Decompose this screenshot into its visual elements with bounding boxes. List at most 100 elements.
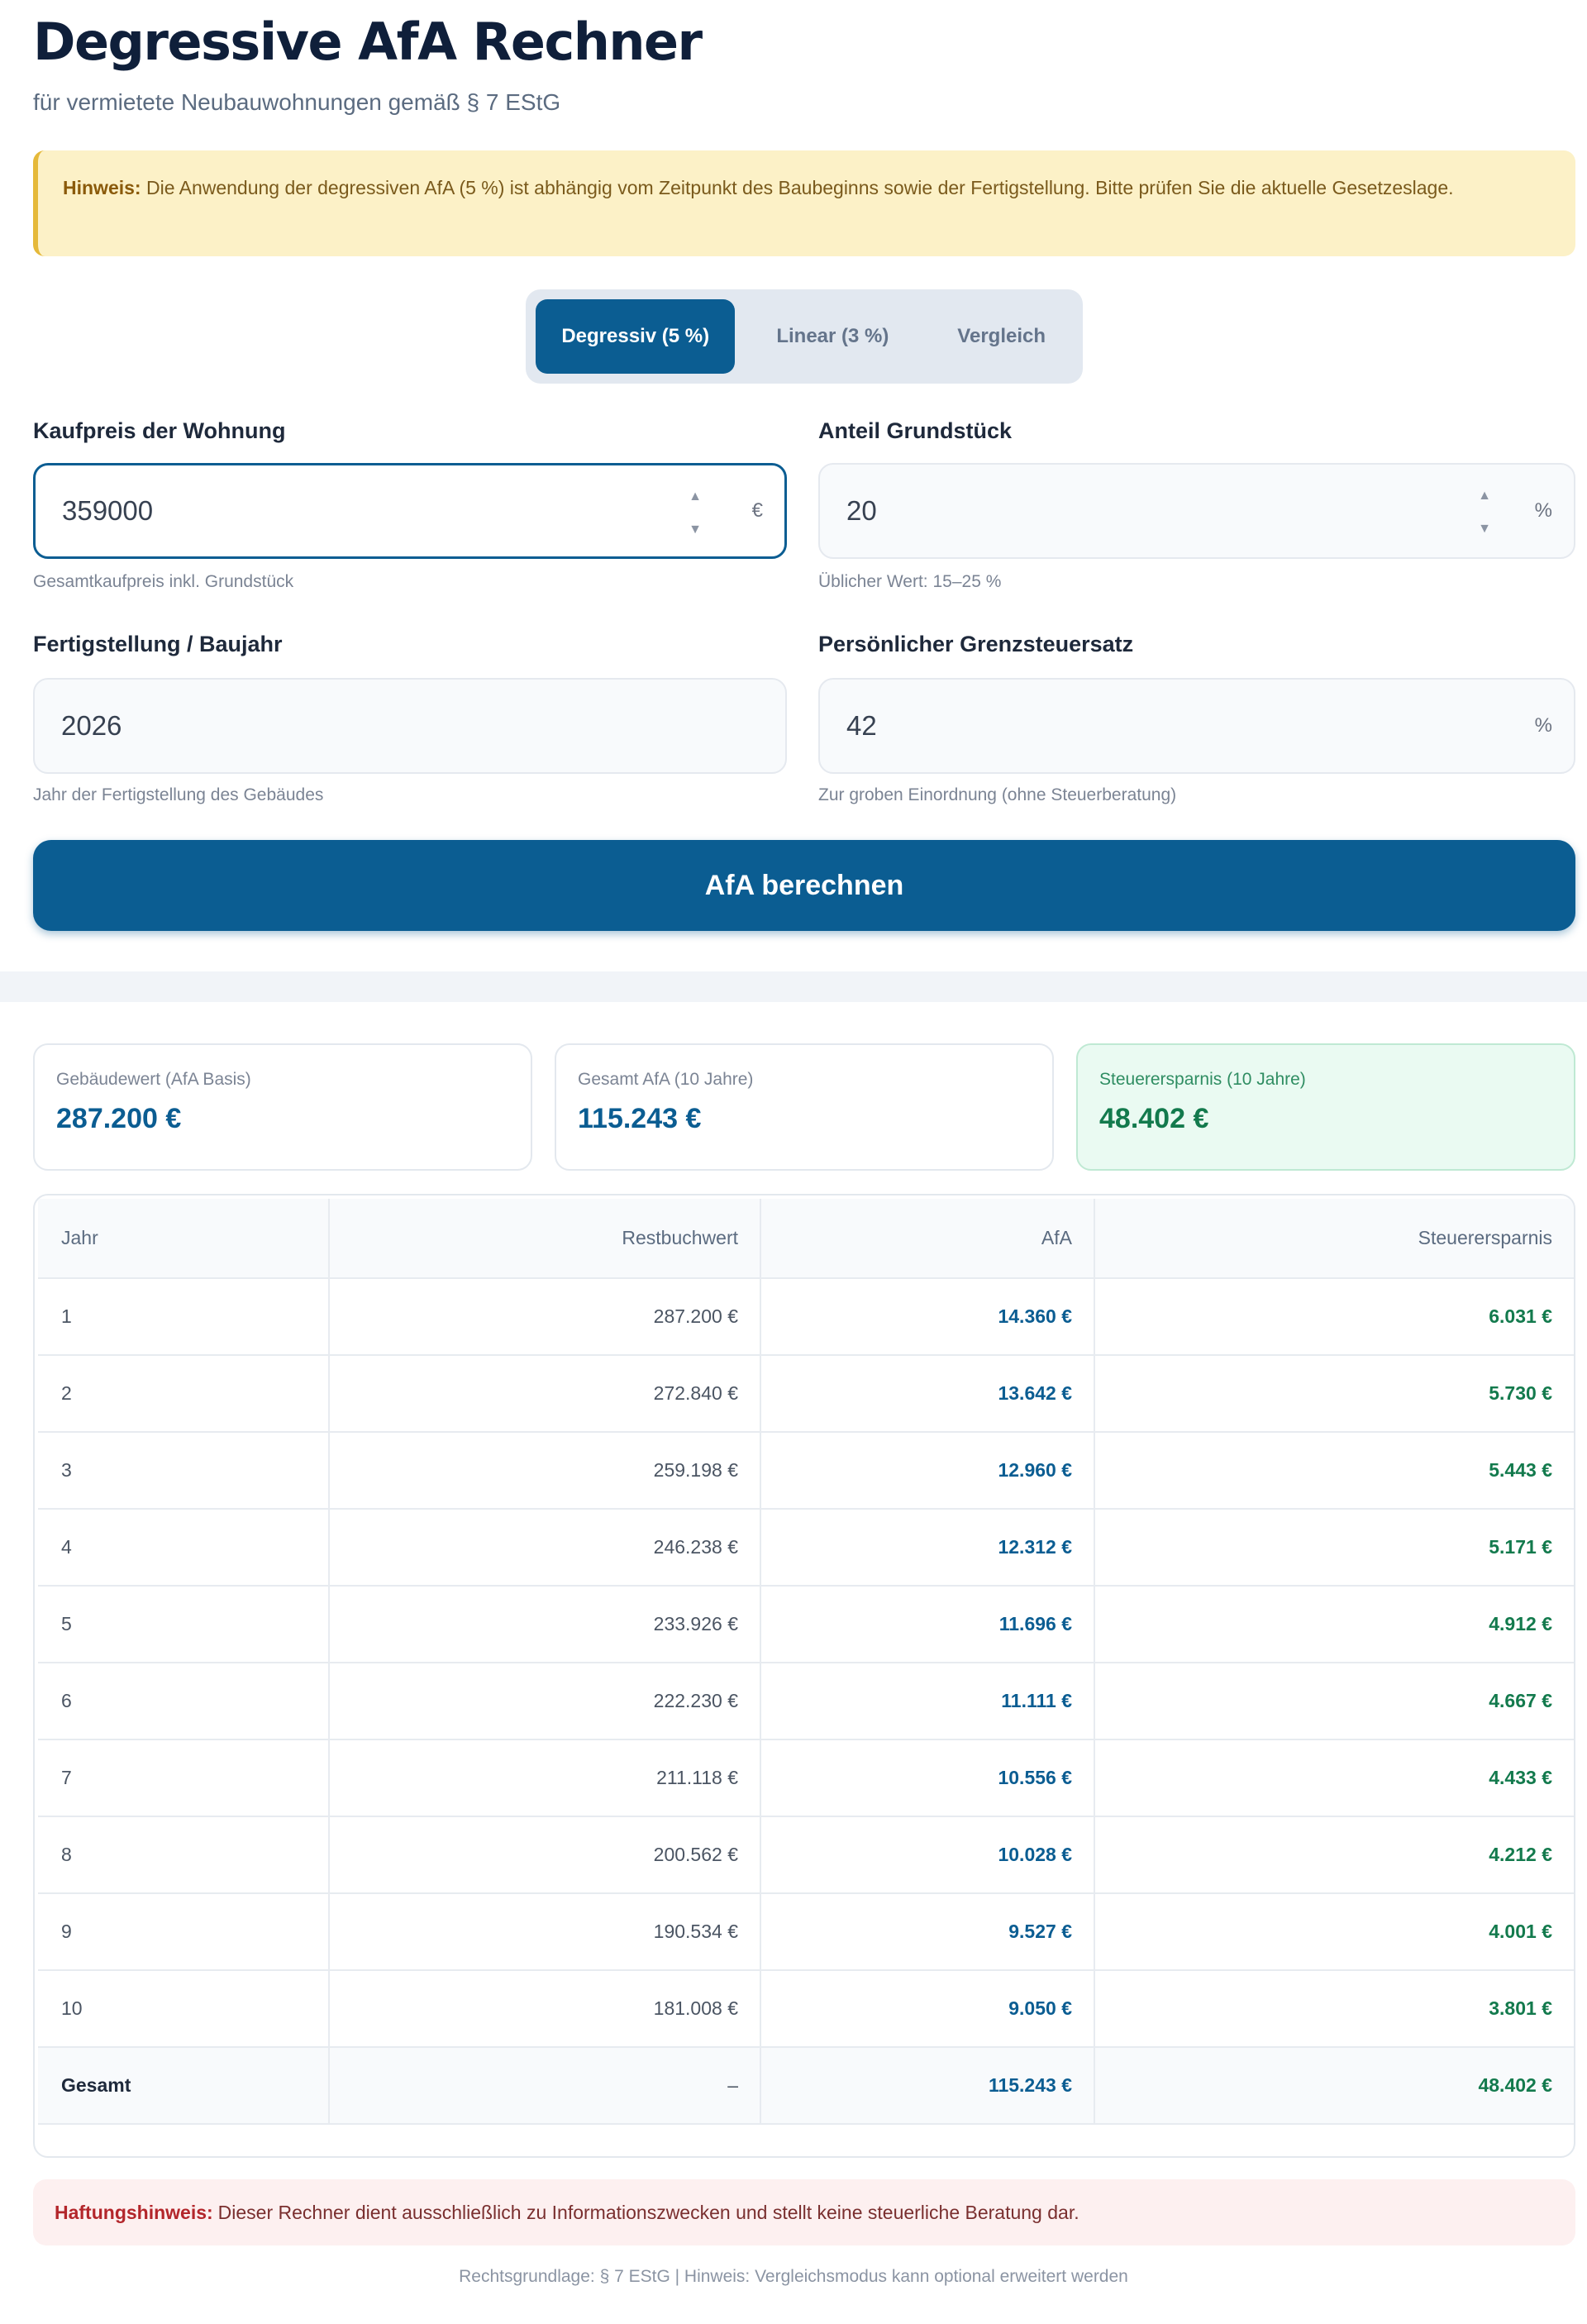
tab-vergleich[interactable]: Vergleich bbox=[930, 299, 1073, 374]
kaufpreis-input[interactable]: 359000 ▲ ▼ € bbox=[33, 463, 787, 559]
grundstueck-label: Anteil Grundstück bbox=[818, 418, 1013, 443]
table-row: 1 287.200 €14.360 €6.031 € bbox=[38, 1278, 1574, 1356]
kpi-value: 115.243 € bbox=[578, 1103, 702, 1134]
page-title: Degressive AfA Rechner bbox=[33, 12, 703, 72]
liability-notice: Haftungshinweis: Dieser Rechner dient au… bbox=[33, 2179, 1575, 2245]
cell-afa: 11.696 € bbox=[760, 1586, 1095, 1663]
cell-steuerersparnis: 4.212 € bbox=[1094, 1816, 1574, 1894]
cell-restbuchwert: 211.118 € bbox=[329, 1739, 761, 1817]
kaufpreis-hint: Gesamtkaufpreis inkl. Grundstück bbox=[33, 572, 294, 591]
table-body: 1 287.200 €14.360 €6.031 €2 272.840 €13.64… bbox=[38, 1278, 1574, 2125]
afa-table-container: Jahr Restbuchwert AfA Steuerersparnis 12… bbox=[33, 1194, 1575, 2158]
cell-steuerersparnis: 6.031 € bbox=[1094, 1278, 1574, 1356]
kpi-label: Steuerersparnis (10 Jahre) bbox=[1099, 1070, 1306, 1089]
mode-tabs: Degressiv (5 %) Linear (3 %) Vergleich bbox=[526, 289, 1083, 384]
cell-restbuchwert: 222.230 € bbox=[329, 1663, 761, 1740]
afa-table: Jahr Restbuchwert AfA Steuerersparnis 12… bbox=[38, 1199, 1574, 2125]
table-row: 9 190.534 €9.527 €4.001 € bbox=[38, 1893, 1574, 1971]
steuersatz-value: 42 bbox=[846, 710, 877, 741]
table-row: 8 200.562 €10.028 €4.212 € bbox=[38, 1816, 1574, 1894]
cell-steuerersparnis: 5.443 € bbox=[1094, 1432, 1574, 1510]
table-row: 4 246.238 €12.312 €5.171 € bbox=[38, 1509, 1574, 1587]
table-total-row: Gesamt –115.243 €48.402 € bbox=[38, 2047, 1574, 2125]
baujahr-hint: Jahr der Fertigstellung des Gebäudes bbox=[33, 785, 324, 804]
grundstueck-value: 20 bbox=[846, 495, 877, 526]
grundstueck-input[interactable]: 20 ▲ ▼ % bbox=[818, 463, 1575, 559]
steuersatz-unit: % bbox=[1534, 714, 1552, 737]
notice-text: Die Anwendung der degressiven AfA (5 %) … bbox=[145, 177, 1454, 198]
total-cell-steuerersparnis: 48.402 € bbox=[1094, 2047, 1574, 2125]
cell-steuerersparnis: 4.001 € bbox=[1094, 1893, 1574, 1971]
total-cell-jahr: Gesamt bbox=[38, 2047, 330, 2125]
kaufpreis-unit: € bbox=[751, 499, 763, 522]
stepper-down-icon[interactable]: ▼ bbox=[1478, 523, 1491, 536]
cell-steuerersparnis: 4.667 € bbox=[1094, 1663, 1574, 1740]
cell-jahr: 2 bbox=[38, 1355, 330, 1433]
cell-restbuchwert: 246.238 € bbox=[329, 1509, 761, 1587]
baujahr-value: 2026 bbox=[61, 710, 122, 741]
grundstueck-stepper[interactable]: ▲ ▼ bbox=[1476, 489, 1493, 536]
cell-jahr: 5 bbox=[38, 1586, 330, 1663]
table-header-row: Jahr Restbuchwert AfA Steuerersparnis bbox=[38, 1199, 1574, 1279]
table-row: 10 181.008 €9.050 €3.801 € bbox=[38, 1970, 1574, 2048]
stepper-down-icon[interactable]: ▼ bbox=[689, 523, 702, 537]
cell-afa: 12.960 € bbox=[760, 1432, 1095, 1510]
cell-afa: 11.111 € bbox=[760, 1663, 1095, 1740]
grundstueck-unit: % bbox=[1534, 499, 1552, 522]
calculate-button[interactable]: AfA berechnen bbox=[33, 840, 1575, 931]
cell-afa: 9.527 € bbox=[760, 1893, 1095, 1971]
kaufpreis-value: 359000 bbox=[62, 495, 154, 526]
cell-jahr: 3 bbox=[38, 1432, 330, 1510]
notice-box: Hinweis: Die Anwendung der degressiven A… bbox=[33, 150, 1575, 256]
stepper-up-icon[interactable]: ▲ bbox=[1478, 489, 1491, 503]
kpi-steuerersparnis: Steuerersparnis (10 Jahre) 48.402 € bbox=[1076, 1043, 1575, 1171]
steuersatz-hint: Zur groben Einordnung (ohne Steuerberatu… bbox=[818, 785, 1177, 804]
kaufpreis-label: Kaufpreis der Wohnung bbox=[33, 418, 286, 443]
cell-jahr: 4 bbox=[38, 1509, 330, 1587]
cell-jahr: 10 bbox=[38, 1970, 330, 2048]
cell-afa: 9.050 € bbox=[760, 1970, 1095, 2048]
baujahr-input[interactable]: 2026 bbox=[33, 678, 787, 774]
cell-restbuchwert: 287.200 € bbox=[329, 1278, 761, 1356]
cell-restbuchwert: 272.840 € bbox=[329, 1355, 761, 1433]
footer-note: Rechtsgrundlage: § 7 EStG | Hinweis: Ver… bbox=[459, 2267, 1128, 2286]
cell-jahr: 7 bbox=[38, 1739, 330, 1817]
steuersatz-input[interactable]: 42 % bbox=[818, 678, 1575, 774]
column-header-jahr: Jahr bbox=[38, 1199, 330, 1279]
column-header-restbuchwert: Restbuchwert bbox=[329, 1199, 761, 1279]
cell-restbuchwert: 259.198 € bbox=[329, 1432, 761, 1510]
kpi-value: 287.200 € bbox=[56, 1103, 182, 1134]
kpi-value: 48.402 € bbox=[1099, 1103, 1209, 1134]
kpi-gebaeudewert: Gebäudewert (AfA Basis) 287.200 € bbox=[33, 1043, 532, 1171]
cell-restbuchwert: 181.008 € bbox=[329, 1970, 761, 2048]
cell-jahr: 6 bbox=[38, 1663, 330, 1740]
liability-text: Dieser Rechner dient ausschließlich zu I… bbox=[217, 2201, 1079, 2223]
cell-steuerersparnis: 4.912 € bbox=[1094, 1586, 1574, 1663]
kpi-gesamt-afa: Gesamt AfA (10 Jahre) 115.243 € bbox=[555, 1043, 1054, 1171]
cell-steuerersparnis: 3.801 € bbox=[1094, 1970, 1574, 2048]
cell-restbuchwert: 200.562 € bbox=[329, 1816, 761, 1894]
kpi-label: Gesamt AfA (10 Jahre) bbox=[578, 1070, 754, 1089]
table-row: 5 233.926 €11.696 €4.912 € bbox=[38, 1586, 1574, 1663]
cell-steuerersparnis: 5.730 € bbox=[1094, 1355, 1574, 1433]
kaufpreis-stepper[interactable]: ▲ ▼ bbox=[687, 490, 703, 537]
cell-steuerersparnis: 5.171 € bbox=[1094, 1509, 1574, 1587]
table-row: 3 259.198 €12.960 €5.443 € bbox=[38, 1432, 1574, 1510]
cell-restbuchwert: 233.926 € bbox=[329, 1586, 761, 1663]
stepper-up-icon[interactable]: ▲ bbox=[689, 490, 702, 503]
page-subtitle: für vermietete Neubauwohnungen gemäß § 7… bbox=[33, 89, 561, 115]
cell-jahr: 8 bbox=[38, 1816, 330, 1894]
cell-afa: 13.642 € bbox=[760, 1355, 1095, 1433]
steuersatz-label: Persönlicher Grenzsteuersatz bbox=[818, 632, 1134, 656]
liability-label: Haftungshinweis: bbox=[55, 2201, 213, 2223]
tab-linear[interactable]: Linear (3 %) bbox=[741, 299, 923, 374]
table-row: 6 222.230 €11.111 €4.667 € bbox=[38, 1663, 1574, 1740]
kpi-label: Gebäudewert (AfA Basis) bbox=[56, 1070, 251, 1089]
cell-afa: 10.556 € bbox=[760, 1739, 1095, 1817]
column-header-afa: AfA bbox=[760, 1199, 1095, 1279]
grundstueck-hint: Üblicher Wert: 15–25 % bbox=[818, 572, 1002, 591]
baujahr-label: Fertigstellung / Baujahr bbox=[33, 632, 283, 656]
tab-degressiv[interactable]: Degressiv (5 %) bbox=[536, 299, 736, 374]
column-header-steuerersparnis: Steuerersparnis bbox=[1094, 1199, 1574, 1279]
cell-afa: 12.312 € bbox=[760, 1509, 1095, 1587]
